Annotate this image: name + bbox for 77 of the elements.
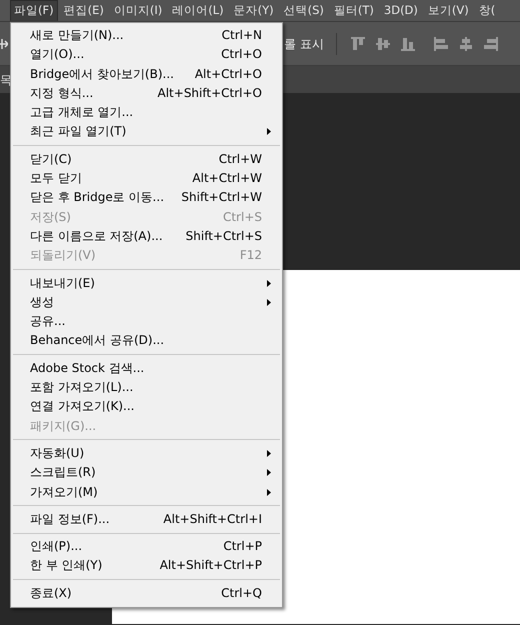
menu-bar-item[interactable]: 3D(D): [380, 0, 422, 21]
submenu-arrow-icon: [267, 450, 271, 457]
menu-item[interactable]: 자동화(U): [11, 444, 282, 464]
menu-bar-item[interactable]: 레이어(L): [168, 0, 228, 21]
menu-bar-item[interactable]: 창(: [474, 0, 500, 21]
align-bottom-icon[interactable]: [400, 36, 415, 50]
menu-item-label: 닫기(C): [30, 150, 72, 168]
menu-item[interactable]: 고급 개체로 열기...: [11, 103, 282, 122]
menu-item[interactable]: 열기(O)... Ctrl+O: [11, 45, 282, 65]
menu-item-label: 다른 이름으로 저장(A)...: [30, 228, 163, 245]
menu-bar-item[interactable]: 필터(T): [330, 0, 378, 21]
menu-item[interactable]: 인쇄(P)... Ctrl+P: [11, 537, 282, 556]
menu-item[interactable]: 닫은 후 Bridge로 이동... Shift+Ctrl+W: [11, 188, 282, 208]
menu-bar-item[interactable]: 이미지(I): [110, 0, 166, 21]
align-top-icon[interactable]: [350, 36, 365, 50]
menu-item-label: 열기(O)...: [30, 46, 84, 64]
menu-bar-item[interactable]: 문자(Y): [230, 0, 278, 21]
submenu-arrow-icon: [267, 298, 271, 306]
shortcut-label: Alt+Shift+Ctrl+O: [158, 84, 262, 102]
menu-item-label: 새로 만들기(N)...: [30, 27, 124, 44]
menu-item[interactable]: 스크립트(R): [11, 463, 282, 483]
menu-bar-item[interactable]: 보기(V): [424, 0, 473, 21]
menu-item[interactable]: 모두 닫기 Alt+Ctrl+W: [11, 169, 282, 188]
menu-item-label: 모두 닫기: [30, 170, 82, 188]
shortcut-label: Ctrl+O: [221, 46, 262, 64]
menu-item[interactable]: 최근 파일 열기(T): [11, 122, 282, 142]
shortcut-label: Shift+Ctrl+S: [186, 228, 262, 245]
menu-item[interactable]: 종료(X) Ctrl+Q: [11, 584, 282, 604]
menu-item[interactable]: 닫기(C) Ctrl+W: [11, 150, 282, 170]
menu-item[interactable]: Behance에서 공유(D)...: [11, 331, 282, 351]
shortcut-label: Ctrl+N: [222, 27, 262, 44]
menu-item[interactable]: 공유...: [11, 312, 282, 332]
move-arrows-icon[interactable]: [0, 36, 8, 50]
menu-item[interactable]: Adobe Stock 검색...: [11, 358, 282, 378]
shortcut-label: Alt+Ctrl+W: [192, 170, 262, 188]
menu-item-label: 되돌리기(V): [30, 247, 96, 264]
menu-item[interactable]: 다른 이름으로 저장(A)... Shift+Ctrl+S: [11, 226, 282, 246]
menu-item-label: 지정 형식...: [30, 84, 94, 102]
align-horizontal-center-icon[interactable]: [458, 36, 473, 50]
menu-item[interactable]: 지정 형식... Alt+Shift+Ctrl+O: [11, 84, 282, 104]
menu-item-label: 종료(X): [30, 584, 72, 602]
menu-bar-item[interactable]: 파일(F): [10, 0, 58, 21]
shortcut-label: Alt+Shift+Ctrl+I: [163, 510, 262, 528]
submenu-arrow-icon: [267, 469, 271, 476]
menu-item-label: Bridge에서 찾아보기(B)...: [30, 66, 174, 83]
menu-item[interactable]: 내보내기(E): [11, 274, 282, 293]
shortcut-label: Ctrl+W: [218, 150, 262, 168]
shortcut-label: Alt+Ctrl+O: [194, 66, 262, 83]
shortcut-label: Ctrl+S: [222, 208, 262, 226]
align-vertical-center-icon[interactable]: [376, 36, 390, 50]
shortcut-label: Ctrl+Q: [221, 584, 262, 602]
menu-item[interactable]: 가져오기(M): [11, 482, 282, 502]
menu-item[interactable]: Bridge에서 찾아보기(B)... Alt+Ctrl+O: [11, 64, 282, 84]
menu-bar-item[interactable]: 선택(S): [280, 0, 328, 21]
show-controls-label: 롤 표시: [284, 36, 324, 52]
document-tab[interactable]: 목: [0, 70, 12, 88]
menu-item[interactable]: 포함 가져오기(L)...: [11, 378, 282, 398]
shortcut-label: Shift+Ctrl+W: [181, 189, 262, 206]
shortcut-label: Ctrl+P: [223, 538, 262, 556]
menu-item[interactable]: 파일 정보(F)... Alt+Shift+Ctrl+I: [11, 510, 282, 530]
submenu-arrow-icon: [267, 488, 271, 496]
menu-item[interactable]: 생성: [11, 292, 282, 312]
align-left-icon[interactable]: [434, 36, 448, 50]
menu-bar-item[interactable]: 편집(E): [60, 0, 108, 21]
menu-item-label: 저장(S): [30, 208, 71, 226]
menu-item-label: 파일 정보(F)...: [30, 510, 110, 528]
submenu-arrow-icon: [267, 280, 271, 287]
submenu-arrow-icon: [267, 128, 271, 136]
menu-item[interactable]: 한 부 인쇄(Y) Alt+Shift+Ctrl+P: [11, 556, 282, 576]
menu-item[interactable]: 연결 가져오기(K)...: [11, 397, 282, 417]
shortcut-label: Alt+Shift+Ctrl+P: [160, 557, 262, 574]
align-right-icon[interactable]: [484, 36, 498, 50]
menu-item-label: 한 부 인쇄(Y): [30, 557, 102, 574]
menu-item[interactable]: 새로 만들기(N)... Ctrl+N: [11, 26, 282, 46]
menu-item-label: 닫은 후 Bridge로 이동...: [30, 189, 164, 206]
shortcut-label: F12: [240, 247, 262, 264]
menu-item-label: 인쇄(P)...: [30, 538, 82, 556]
